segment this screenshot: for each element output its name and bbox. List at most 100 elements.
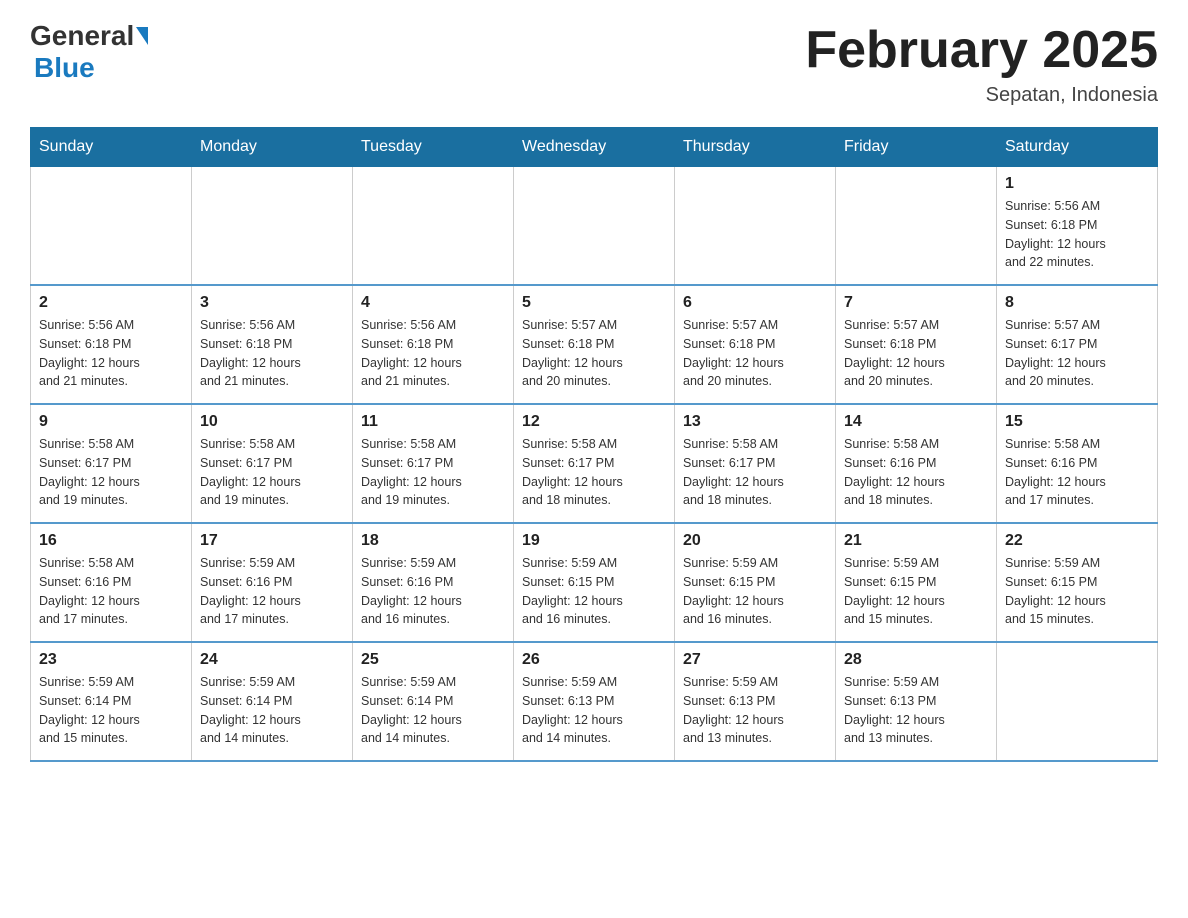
day-number: 25 bbox=[361, 651, 505, 669]
calendar-cell: 5 Sunrise: 5:57 AM Sunset: 6:18 PM Daylig… bbox=[514, 285, 675, 404]
day-info: Sunrise: 5:58 AM Sunset: 6:17 PM Dayligh… bbox=[361, 435, 505, 510]
week-row-2: 2 Sunrise: 5:56 AM Sunset: 6:18 PM Daylig… bbox=[31, 285, 1158, 404]
day-info: Sunrise: 5:57 AM Sunset: 6:17 PM Dayligh… bbox=[1005, 316, 1149, 391]
calendar-header: Sunday Monday Tuesday Wednesday Thursday… bbox=[31, 128, 1158, 167]
calendar-cell bbox=[514, 167, 675, 286]
day-info: Sunrise: 5:58 AM Sunset: 6:16 PM Dayligh… bbox=[1005, 435, 1149, 510]
day-number: 19 bbox=[522, 532, 666, 550]
calendar-cell: 8 Sunrise: 5:57 AM Sunset: 6:17 PM Daylig… bbox=[997, 285, 1158, 404]
col-friday: Friday bbox=[836, 128, 997, 167]
col-sunday: Sunday bbox=[31, 128, 192, 167]
day-info: Sunrise: 5:56 AM Sunset: 6:18 PM Dayligh… bbox=[1005, 197, 1149, 272]
day-number: 13 bbox=[683, 413, 827, 431]
day-number: 17 bbox=[200, 532, 344, 550]
logo-triangle-icon bbox=[136, 27, 148, 45]
day-number: 24 bbox=[200, 651, 344, 669]
calendar-cell: 6 Sunrise: 5:57 AM Sunset: 6:18 PM Daylig… bbox=[675, 285, 836, 404]
col-tuesday: Tuesday bbox=[353, 128, 514, 167]
day-info: Sunrise: 5:59 AM Sunset: 6:13 PM Dayligh… bbox=[844, 673, 988, 748]
day-info: Sunrise: 5:59 AM Sunset: 6:14 PM Dayligh… bbox=[200, 673, 344, 748]
month-title: February 2025 bbox=[805, 20, 1158, 80]
day-number: 22 bbox=[1005, 532, 1149, 550]
calendar-cell: 23 Sunrise: 5:59 AM Sunset: 6:14 PM Dayli… bbox=[31, 642, 192, 761]
day-number: 7 bbox=[844, 294, 988, 312]
day-info: Sunrise: 5:59 AM Sunset: 6:16 PM Dayligh… bbox=[361, 554, 505, 629]
day-number: 4 bbox=[361, 294, 505, 312]
day-number: 1 bbox=[1005, 175, 1149, 193]
calendar-cell: 24 Sunrise: 5:59 AM Sunset: 6:14 PM Dayli… bbox=[192, 642, 353, 761]
calendar-table: Sunday Monday Tuesday Wednesday Thursday… bbox=[30, 127, 1158, 762]
day-info: Sunrise: 5:57 AM Sunset: 6:18 PM Dayligh… bbox=[683, 316, 827, 391]
day-number: 9 bbox=[39, 413, 183, 431]
calendar-cell: 27Sunrise: 5:59 AM Sunset: 6:13 PM Dayli… bbox=[675, 642, 836, 761]
day-number: 2 bbox=[39, 294, 183, 312]
day-info: Sunrise: 5:56 AM Sunset: 6:18 PM Dayligh… bbox=[39, 316, 183, 391]
day-number: 20 bbox=[683, 532, 827, 550]
calendar-cell: 12Sunrise: 5:58 AM Sunset: 6:17 PM Dayli… bbox=[514, 404, 675, 523]
logo-general-text: General bbox=[30, 20, 134, 52]
day-number: 3 bbox=[200, 294, 344, 312]
day-info: Sunrise: 5:59 AM Sunset: 6:15 PM Dayligh… bbox=[844, 554, 988, 629]
day-info: Sunrise: 5:59 AM Sunset: 6:14 PM Dayligh… bbox=[39, 673, 183, 748]
calendar-cell: 22 Sunrise: 5:59 AM Sunset: 6:15 PM Dayli… bbox=[997, 523, 1158, 642]
days-of-week-row: Sunday Monday Tuesday Wednesday Thursday… bbox=[31, 128, 1158, 167]
day-info: Sunrise: 5:59 AM Sunset: 6:15 PM Dayligh… bbox=[1005, 554, 1149, 629]
day-number: 26 bbox=[522, 651, 666, 669]
day-number: 16 bbox=[39, 532, 183, 550]
calendar-cell: 19 Sunrise: 5:59 AM Sunset: 6:15 PM Dayli… bbox=[514, 523, 675, 642]
week-row-4: 16 Sunrise: 5:58 AM Sunset: 6:16 PM Dayli… bbox=[31, 523, 1158, 642]
day-number: 23 bbox=[39, 651, 183, 669]
day-info: Sunrise: 5:59 AM Sunset: 6:13 PM Dayligh… bbox=[522, 673, 666, 748]
calendar-cell: 26 Sunrise: 5:59 AM Sunset: 6:13 PM Dayli… bbox=[514, 642, 675, 761]
calendar-cell: 10 Sunrise: 5:58 AM Sunset: 6:17 PM Dayli… bbox=[192, 404, 353, 523]
calendar-cell: 9 Sunrise: 5:58 AM Sunset: 6:17 PM Daylig… bbox=[31, 404, 192, 523]
day-info: Sunrise: 5:59 AM Sunset: 6:16 PM Dayligh… bbox=[200, 554, 344, 629]
calendar-cell: 1 Sunrise: 5:56 AM Sunset: 6:18 PM Daylig… bbox=[997, 167, 1158, 286]
calendar-cell bbox=[836, 167, 997, 286]
day-number: 6 bbox=[683, 294, 827, 312]
day-number: 10 bbox=[200, 413, 344, 431]
calendar-cell: 17 Sunrise: 5:59 AM Sunset: 6:16 PM Dayli… bbox=[192, 523, 353, 642]
week-row-3: 9 Sunrise: 5:58 AM Sunset: 6:17 PM Daylig… bbox=[31, 404, 1158, 523]
day-info: Sunrise: 5:59 AM Sunset: 6:15 PM Dayligh… bbox=[522, 554, 666, 629]
calendar-cell bbox=[31, 167, 192, 286]
title-section: February 2025 Sepatan, Indonesia bbox=[805, 20, 1158, 107]
day-info: Sunrise: 5:56 AM Sunset: 6:18 PM Dayligh… bbox=[200, 316, 344, 391]
day-number: 28 bbox=[844, 651, 988, 669]
calendar-cell: 28 Sunrise: 5:59 AM Sunset: 6:13 PM Dayli… bbox=[836, 642, 997, 761]
calendar-cell: 4Sunrise: 5:56 AM Sunset: 6:18 PM Daylig… bbox=[353, 285, 514, 404]
day-number: 15 bbox=[1005, 413, 1149, 431]
logo: General Blue bbox=[30, 20, 150, 84]
calendar-cell: 25 Sunrise: 5:59 AM Sunset: 6:14 PM Dayli… bbox=[353, 642, 514, 761]
calendar-cell: 21 Sunrise: 5:59 AM Sunset: 6:15 PM Dayli… bbox=[836, 523, 997, 642]
calendar-cell: 18 Sunrise: 5:59 AM Sunset: 6:16 PM Dayli… bbox=[353, 523, 514, 642]
calendar-cell: 20Sunrise: 5:59 AM Sunset: 6:15 PM Dayli… bbox=[675, 523, 836, 642]
day-info: Sunrise: 5:57 AM Sunset: 6:18 PM Dayligh… bbox=[522, 316, 666, 391]
calendar-cell: 3 Sunrise: 5:56 AM Sunset: 6:18 PM Daylig… bbox=[192, 285, 353, 404]
day-number: 18 bbox=[361, 532, 505, 550]
calendar-body: 1 Sunrise: 5:56 AM Sunset: 6:18 PM Daylig… bbox=[31, 167, 1158, 762]
day-info: Sunrise: 5:58 AM Sunset: 6:16 PM Dayligh… bbox=[39, 554, 183, 629]
calendar-cell bbox=[675, 167, 836, 286]
day-number: 5 bbox=[522, 294, 666, 312]
col-monday: Monday bbox=[192, 128, 353, 167]
calendar-cell: 14Sunrise: 5:58 AM Sunset: 6:16 PM Dayli… bbox=[836, 404, 997, 523]
calendar-cell bbox=[353, 167, 514, 286]
calendar-cell: 13 Sunrise: 5:58 AM Sunset: 6:17 PM Dayli… bbox=[675, 404, 836, 523]
day-info: Sunrise: 5:58 AM Sunset: 6:17 PM Dayligh… bbox=[683, 435, 827, 510]
page-header: General Blue February 2025 Sepatan, Indo… bbox=[30, 20, 1158, 107]
col-wednesday: Wednesday bbox=[514, 128, 675, 167]
day-info: Sunrise: 5:58 AM Sunset: 6:16 PM Dayligh… bbox=[844, 435, 988, 510]
day-number: 21 bbox=[844, 532, 988, 550]
calendar-cell: 7 Sunrise: 5:57 AM Sunset: 6:18 PM Daylig… bbox=[836, 285, 997, 404]
day-info: Sunrise: 5:58 AM Sunset: 6:17 PM Dayligh… bbox=[200, 435, 344, 510]
calendar-cell bbox=[997, 642, 1158, 761]
calendar-cell: 16 Sunrise: 5:58 AM Sunset: 6:16 PM Dayli… bbox=[31, 523, 192, 642]
day-info: Sunrise: 5:57 AM Sunset: 6:18 PM Dayligh… bbox=[844, 316, 988, 391]
day-info: Sunrise: 5:58 AM Sunset: 6:17 PM Dayligh… bbox=[39, 435, 183, 510]
day-number: 12 bbox=[522, 413, 666, 431]
day-info: Sunrise: 5:59 AM Sunset: 6:14 PM Dayligh… bbox=[361, 673, 505, 748]
day-number: 8 bbox=[1005, 294, 1149, 312]
calendar-cell: 2 Sunrise: 5:56 AM Sunset: 6:18 PM Daylig… bbox=[31, 285, 192, 404]
day-info: Sunrise: 5:59 AM Sunset: 6:13 PM Dayligh… bbox=[683, 673, 827, 748]
